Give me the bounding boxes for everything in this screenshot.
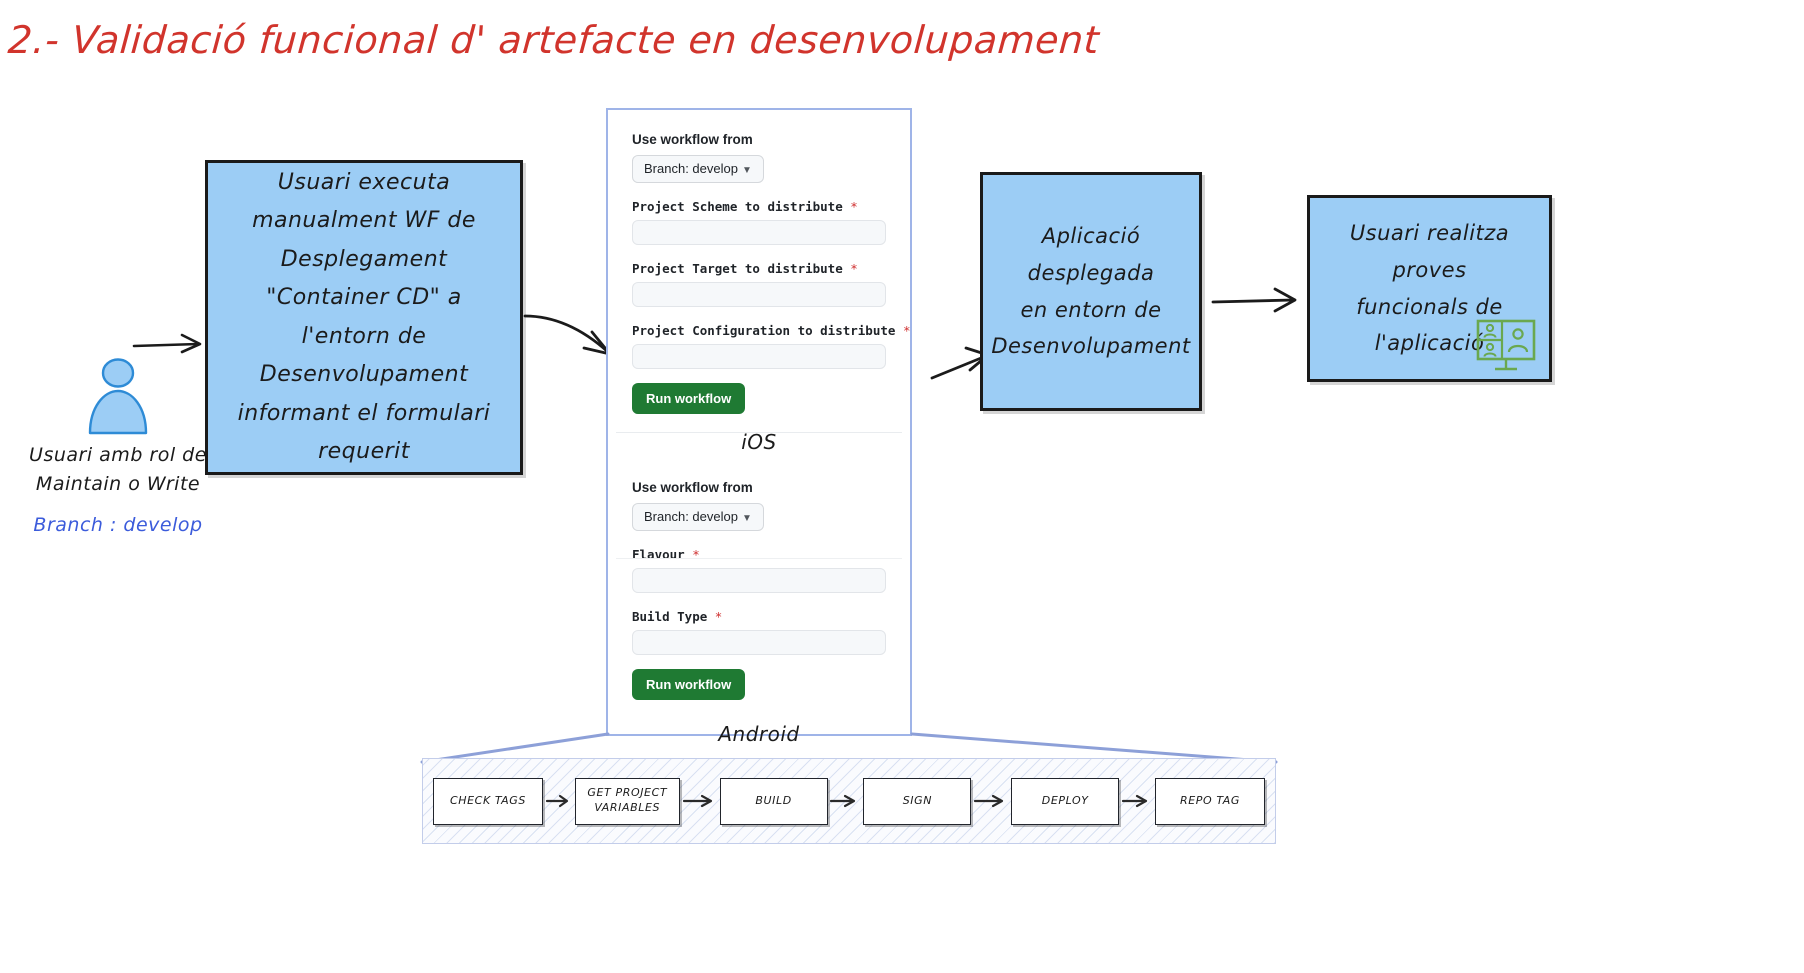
pipeline-arrow-3 (828, 793, 864, 809)
pipeline-arrow-1 (543, 793, 575, 809)
box-app-deployed: Aplicació desplegada en entorn de Desenv… (980, 172, 1202, 411)
page-title: 2.- Validació funcional d' artefacte en … (6, 18, 1101, 62)
chevron-down-icon: ▼ (741, 513, 752, 524)
box-execute-line1: Usuari executa manualment WF de (252, 169, 476, 234)
box-deployed-line2: en entorn de (1020, 297, 1162, 322)
actor-group: Usuari amb rol de Maintain o Write Branc… (18, 355, 218, 538)
ios-field-label-configuration-text: Project Configuration to distribute (632, 323, 896, 338)
android-workflow-form[interactable]: Use workflow from Branch: develop ▼ Flavo… (608, 454, 910, 746)
pipeline-step-build[interactable]: BUILD (719, 777, 828, 825)
ios-use-workflow-from-label: Use workflow from (632, 132, 753, 147)
box-user-functional-tests: Usuari realitza proves funcionals de l'a… (1307, 195, 1552, 382)
android-input-flavour[interactable] (632, 568, 886, 593)
ios-field-label-configuration: Project Configuration to distribute * (632, 323, 910, 338)
ios-field-required-scheme: * (850, 199, 858, 214)
android-branch-selector-label: Branch: develop (644, 509, 738, 524)
ios-workflow-form[interactable]: Use workflow from Branch: develop ▼ Proje… (608, 110, 910, 454)
ios-branch-selector-label: Branch: develop (644, 161, 738, 176)
video-conference-monitor-icon (1476, 319, 1536, 371)
ios-field-label-scheme: Project Scheme to distribute * (632, 199, 886, 214)
github-workflow-dispatch-panel[interactable]: Use workflow from Branch: develop ▼ Proje… (606, 108, 912, 746)
pipeline-step-repo-tag[interactable]: REPO TAG (1154, 777, 1265, 825)
pipeline-step-check-tags[interactable]: CHECK TAGS (433, 777, 543, 825)
android-field-required-build-type: * (714, 609, 723, 624)
box-deployed-text: Aplicació desplegada en entorn de Desenv… (977, 218, 1204, 365)
arrow-deployed-to-tests (1211, 287, 1297, 313)
android-use-workflow-from-label: Use workflow from (632, 480, 753, 495)
ios-field-label-target: Project Target to distribute * (632, 261, 886, 276)
pipeline-arrow-4 (971, 793, 1011, 809)
pipeline-step-deploy-label: DEPLOY (1041, 793, 1089, 807)
ios-field-required-target: * (850, 261, 858, 276)
chevron-down-icon: ▼ (741, 165, 752, 176)
pipeline-step-get-project-variables-label: GET PROJECT VARIABLES (587, 786, 668, 814)
ios-input-project-configuration[interactable] (632, 344, 886, 369)
ios-field-label-target-text: Project Target to distribute (632, 261, 843, 276)
actor-label-line1: Usuari amb rol de (29, 444, 207, 466)
form-divider-top (616, 432, 902, 433)
ios-field-label-scheme-text: Project Scheme to distribute (632, 199, 843, 214)
android-field-label-build-type-text: Build Type (632, 609, 708, 624)
ios-input-project-scheme[interactable] (632, 220, 886, 245)
android-field-label-build-type: Build Type * (632, 609, 886, 624)
pipeline-step-deploy[interactable]: DEPLOY (1011, 777, 1120, 825)
box-tests-line1: Usuari realitza proves (1349, 221, 1510, 282)
actor-label-line2: Maintain o Write (35, 473, 201, 496)
actor-label: Usuari amb rol de Maintain o Write (18, 441, 218, 500)
actor-branch-note: Branch : develop (33, 513, 203, 536)
android-run-workflow-button[interactable]: Run workflow (632, 669, 746, 700)
android-field-label-flavour-text: Flavour (632, 547, 685, 562)
ios-run-workflow-button[interactable]: Run workflow (632, 383, 746, 414)
pipeline-step-sign[interactable]: SIGN (863, 777, 972, 825)
pipeline-step-check-tags-label: CHECK TAGS (449, 793, 527, 807)
pipeline-step-sign-label: SIGN (902, 793, 933, 807)
box-execute-line3: l'entorn de Desenvolupament (259, 323, 469, 388)
pipeline-step-get-project-variables[interactable]: GET PROJECT VARIABLES (574, 777, 680, 825)
pipeline-step-build-label: BUILD (755, 793, 792, 807)
android-field-label-flavour: Flavour * (632, 547, 886, 562)
pipeline-detail-strip: CHECK TAGS GET PROJECT VARIABLES BUILD S… (422, 758, 1276, 844)
android-branch-selector[interactable]: Branch: develop ▼ (632, 503, 764, 531)
android-input-build-type[interactable] (632, 630, 886, 655)
android-field-required-flavour: * (692, 547, 700, 562)
pipeline-arrow-5 (1119, 793, 1155, 809)
box-execute-line2: Desplegament "Container CD" a (266, 246, 462, 311)
box-user-executes-workflow: Usuari executa manualment WF de Desplega… (205, 160, 523, 475)
ios-branch-selector[interactable]: Branch: develop ▼ (632, 155, 764, 183)
box-deployed-line1: Aplicació desplegada (1027, 224, 1155, 285)
ios-platform-caption: iOS (741, 430, 777, 454)
ios-input-project-target[interactable] (632, 282, 886, 307)
box-deployed-line3: Desenvolupament (991, 334, 1191, 359)
pipeline-arrow-2 (680, 793, 720, 809)
ios-field-required-configuration: * (902, 323, 911, 338)
box-execute-line4: informant el formulari requerit (237, 400, 491, 465)
pipeline-step-repo-tag-label: REPO TAG (1180, 793, 1240, 807)
box-execute-text: Usuari executa manualment WF de Desplega… (208, 164, 520, 472)
form-divider-bottom (616, 558, 902, 559)
